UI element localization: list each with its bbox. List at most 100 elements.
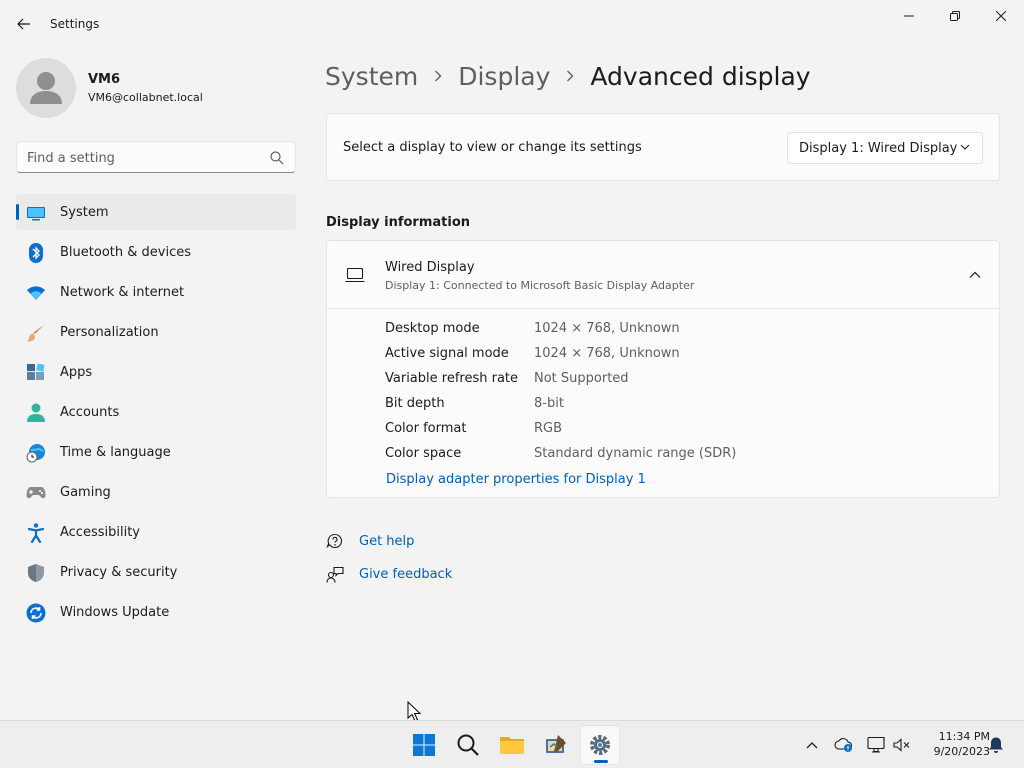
section-title: Display information xyxy=(326,215,471,230)
accessibility-icon xyxy=(26,523,46,543)
close-icon xyxy=(996,11,1006,21)
start-button[interactable] xyxy=(404,725,444,765)
search-input[interactable] xyxy=(27,148,257,168)
avatar[interactable] xyxy=(16,58,76,118)
info-value: 1024 × 768, Unknown xyxy=(534,346,680,361)
info-row-color-format: Color format RGB xyxy=(385,421,985,441)
sidebar-item-label: Accessibility xyxy=(60,525,140,540)
info-label: Desktop mode xyxy=(385,321,480,336)
taskbar: 11:34 PM 9/20/2023 xyxy=(0,720,1024,768)
active-app-indicator xyxy=(594,760,608,763)
settings-icon xyxy=(590,735,610,755)
give-feedback-link[interactable]: Give feedback xyxy=(326,566,526,586)
person-icon xyxy=(26,403,46,423)
dropdown-selected-value: Display 1: Wired Display xyxy=(799,141,958,156)
info-label: Active signal mode xyxy=(385,346,509,361)
display-name: Wired Display xyxy=(385,260,475,275)
sidebar-item-label: Bluetooth & devices xyxy=(60,245,191,260)
onedrive-icon xyxy=(834,738,853,752)
mouse-cursor-icon xyxy=(407,701,421,722)
app-icon xyxy=(546,735,566,753)
sidebar-item-gaming[interactable]: Gaming xyxy=(16,474,296,510)
sidebar-item-time-language[interactable]: Time & language xyxy=(16,434,296,470)
taskbar-search-button[interactable] xyxy=(448,725,488,765)
info-row-color-space: Color space Standard dynamic range (SDR) xyxy=(385,446,985,466)
sidebar-item-windows-update[interactable]: Windows Update xyxy=(16,594,296,630)
minimize-icon xyxy=(904,15,914,17)
get-help-icon xyxy=(326,533,343,549)
display-dropdown[interactable]: Display 1: Wired Display xyxy=(787,132,983,164)
display-info-card: Wired Display Display 1: Connected to Mi… xyxy=(326,240,1000,498)
collapse-button[interactable] xyxy=(965,265,985,285)
back-button[interactable] xyxy=(10,10,38,38)
info-value: Not Supported xyxy=(534,371,629,386)
info-label: Bit depth xyxy=(385,396,445,411)
apps-icon xyxy=(26,363,46,383)
chevron-up-icon xyxy=(969,271,981,278)
onedrive-tray-button[interactable] xyxy=(834,735,854,755)
file-explorer-button[interactable] xyxy=(492,725,532,765)
user-email: VM6@collabnet.local xyxy=(88,91,203,104)
shield-icon xyxy=(26,563,46,583)
search-icon[interactable] xyxy=(269,150,285,166)
sidebar-item-label: Network & internet xyxy=(60,285,185,300)
brush-icon xyxy=(26,323,46,343)
minimize-button[interactable] xyxy=(886,0,932,32)
get-help-text: Get help xyxy=(359,534,415,549)
maximize-button[interactable] xyxy=(932,0,978,32)
sidebar-item-label: Accounts xyxy=(60,405,120,420)
search-box[interactable] xyxy=(16,141,296,173)
user-avatar-icon xyxy=(30,72,62,104)
gamepad-icon xyxy=(26,483,46,503)
start-icon xyxy=(413,734,435,756)
notifications-button[interactable] xyxy=(986,735,1006,755)
app-title: Settings xyxy=(50,17,100,31)
breadcrumb-display[interactable]: Display xyxy=(458,62,550,91)
info-label: Variable refresh rate xyxy=(385,371,519,386)
sidebar-item-system[interactable]: System xyxy=(16,194,296,230)
page-title: Advanced display xyxy=(590,61,811,91)
pinned-app-button[interactable] xyxy=(536,725,576,765)
sidebar-item-accounts[interactable]: Accounts xyxy=(16,394,296,430)
sidebar-item-privacy[interactable]: Privacy & security xyxy=(16,554,296,590)
globe-clock-icon xyxy=(26,443,46,463)
display-adapter-properties-link[interactable]: Display adapter properties for Display 1 xyxy=(386,472,646,487)
sidebar-item-personalization[interactable]: Personalization xyxy=(16,314,296,350)
sidebar-item-apps[interactable]: Apps xyxy=(16,354,296,390)
bluetooth-icon xyxy=(26,243,46,263)
title-bar: Settings xyxy=(0,0,1024,48)
taskbar-clock[interactable]: 11:34 PM 9/20/2023 xyxy=(918,729,990,759)
display-select-label: Select a display to view or change its s… xyxy=(343,140,642,155)
chevron-right-icon xyxy=(434,70,442,82)
display-info-header[interactable]: Wired Display Display 1: Connected to Mi… xyxy=(327,241,999,309)
show-hidden-icons-button[interactable] xyxy=(802,735,822,755)
give-feedback-text: Give feedback xyxy=(359,567,453,582)
notification-bell-icon xyxy=(989,737,1003,753)
breadcrumb-system[interactable]: System xyxy=(325,62,418,91)
volume-tray-button[interactable] xyxy=(892,735,912,755)
sidebar-item-label: Gaming xyxy=(60,485,111,500)
sidebar-item-bluetooth[interactable]: Bluetooth & devices xyxy=(16,234,296,270)
clock-time: 11:34 PM xyxy=(938,730,990,743)
sidebar-item-label: Windows Update xyxy=(60,605,170,620)
sidebar-item-accessibility[interactable]: Accessibility xyxy=(16,514,296,550)
sidebar-nav: System Bluetooth & devices Network & int… xyxy=(16,194,296,634)
settings-taskbar-button[interactable] xyxy=(580,725,620,765)
sidebar-item-label: Apps xyxy=(60,365,93,380)
sidebar-item-label: Privacy & security xyxy=(60,565,178,580)
search-icon xyxy=(457,734,479,756)
info-row-desktop-mode: Desktop mode 1024 × 768, Unknown xyxy=(385,321,985,341)
give-feedback-icon xyxy=(326,566,344,583)
breadcrumb: System Display Advanced display xyxy=(325,58,811,94)
user-name: VM6 xyxy=(88,72,121,87)
info-label: Color format xyxy=(385,421,467,436)
info-value: 8-bit xyxy=(534,396,564,411)
laptop-icon xyxy=(345,267,365,283)
get-help-link[interactable]: Get help xyxy=(326,533,526,553)
sidebar-item-network[interactable]: Network & internet xyxy=(16,274,296,310)
close-button[interactable] xyxy=(978,0,1024,32)
info-value: RGB xyxy=(534,421,563,436)
network-tray-button[interactable] xyxy=(866,735,886,755)
info-value: Standard dynamic range (SDR) xyxy=(534,446,737,461)
update-icon xyxy=(26,603,46,623)
